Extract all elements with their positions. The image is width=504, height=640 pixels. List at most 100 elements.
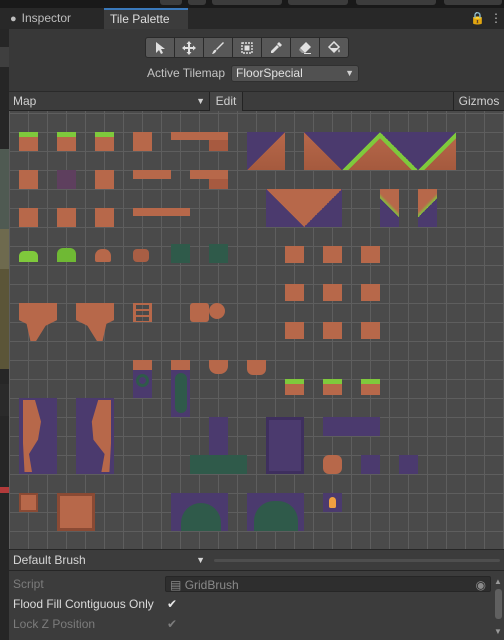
chevron-down-icon: ▼ [196,555,205,565]
paint-brush-tool-button[interactable] [203,37,233,58]
tile-vines[interactable] [175,373,187,413]
select-tool-button[interactable] [145,37,175,58]
tile-spiral[interactable] [19,493,38,512]
palette-name: Map [13,94,37,108]
tile-stone-door[interactable] [266,417,304,474]
paint-bucket-icon [327,40,341,53]
lock-icon[interactable]: 🔒 [470,11,485,25]
tile-dirt[interactable] [133,132,152,151]
tile-dirt[interactable] [19,170,38,189]
tile-brick[interactable] [285,284,304,301]
tile-dirt-platform[interactable] [209,140,228,151]
tab-tile-palette[interactable]: Tile Palette [104,8,188,29]
tile-vines[interactable] [171,244,190,263]
scroll-down-icon[interactable]: ▼ [494,627,502,636]
tile-dirt[interactable] [57,208,76,227]
tile-grass-top[interactable] [361,379,380,395]
brush-splitter[interactable] [214,559,500,562]
palette-dropdown[interactable]: Map ▼ [9,92,209,111]
tile-brick[interactable] [361,246,380,263]
tile-dirt-platform[interactable] [171,132,228,140]
more-options-icon[interactable]: ⋮ [490,11,502,25]
tile-grass-top[interactable] [19,132,38,151]
eraser-tool-button[interactable] [290,37,320,58]
picker-tool-button[interactable] [261,37,291,58]
tile-rock[interactable] [95,249,111,262]
scrollbar-thumb[interactable] [495,589,502,619]
scroll-up-icon[interactable]: ▲ [494,577,502,586]
tile-stone-bg[interactable] [57,170,76,189]
tile-slope-inner[interactable] [380,189,399,227]
tile-slope[interactable] [247,132,285,170]
script-label: Script [13,577,44,591]
flood-fill-checkbox[interactable]: ✔ [165,597,179,611]
tile-dirt-platform[interactable] [133,170,171,179]
tile-vine-swirl[interactable] [136,374,149,387]
tile-stone-bg[interactable] [361,455,380,474]
tile-slope[interactable] [304,132,342,170]
tile-stone-column[interactable] [209,417,228,455]
tile-slope-grass[interactable] [418,132,456,170]
tile-grass-top[interactable] [323,379,342,395]
tile-dirt[interactable] [95,170,114,189]
tile-slope-inner[interactable] [304,189,342,227]
tile-grass-tuft[interactable] [19,251,38,262]
move-tool-button[interactable] [174,37,204,58]
tile-brick[interactable] [285,246,304,263]
tile-stone-bg[interactable] [399,455,418,474]
tile-torch-flame[interactable] [329,497,336,508]
tile-dirt[interactable] [247,360,266,375]
tile-dirt[interactable] [209,179,228,189]
arrow-cursor-icon [156,41,165,54]
active-tilemap-row: Active Tilemap FloorSpecial ▼ [147,64,360,82]
tile-dirt[interactable] [19,208,38,227]
tile-vines[interactable] [209,244,228,263]
tile-grass-top[interactable] [95,132,114,151]
chevron-down-icon: ▼ [345,67,355,78]
tile-barrel[interactable] [209,303,225,319]
object-picker-icon[interactable]: ◉ [476,577,486,593]
tile-dirt[interactable] [171,360,190,370]
tile-rock[interactable] [133,249,149,262]
tile-brick[interactable] [323,246,342,263]
tile-brick[interactable] [323,284,342,301]
tile-stalactite[interactable] [19,303,57,341]
tile-grass-top[interactable] [285,379,304,395]
lock-z-checkbox[interactable]: ✔ [165,617,179,631]
box-fill-tool-button[interactable] [232,37,262,58]
tile-dirt[interactable] [95,208,114,227]
tile-brick[interactable] [323,322,342,339]
tile-slope-inner[interactable] [266,189,304,227]
brush-dropdown[interactable]: Default Brush ▼ [9,551,209,570]
tile-grid[interactable] [9,111,504,549]
tile-dirt-platform[interactable] [133,208,190,216]
inspector-scrollbar[interactable]: ▲ ▼ [494,577,502,637]
tile-slope-grass[interactable] [380,132,418,170]
tab-inspector[interactable]: ● Inspector [4,8,104,29]
tile-slope-inner[interactable] [418,189,437,227]
tile-dirt-platform[interactable] [190,170,228,179]
tile-dirt[interactable] [133,360,152,370]
active-tilemap-dropdown[interactable]: FloorSpecial ▼ [231,64,360,82]
tile-brick[interactable] [285,322,304,339]
edit-button[interactable]: Edit [209,92,243,111]
tile-vines-ground[interactable] [190,455,247,474]
tile-barrel[interactable] [190,303,209,322]
tile-grass-tuft[interactable] [57,248,76,262]
tile-stalactite[interactable] [209,360,228,374]
tile-stalactite[interactable] [76,303,114,341]
tile-stone-slab[interactable] [323,417,380,436]
gizmos-button[interactable]: Gizmos [453,92,504,111]
tile-rock[interactable] [323,455,342,474]
tile-grass-top[interactable] [57,132,76,151]
tile-spiral-block[interactable] [57,493,95,531]
tile-brick[interactable] [361,284,380,301]
tile-bush[interactable] [254,501,298,531]
fill-tool-button[interactable] [319,37,349,58]
tile-brick[interactable] [361,322,380,339]
tile-ladder[interactable] [133,303,152,322]
tile-slope-grass[interactable] [342,132,380,170]
chevron-down-icon: ▼ [196,96,205,106]
flood-fill-label: Flood Fill Contiguous Only [13,597,154,611]
script-field[interactable]: ▤ GridBrush ◉ [165,576,491,592]
